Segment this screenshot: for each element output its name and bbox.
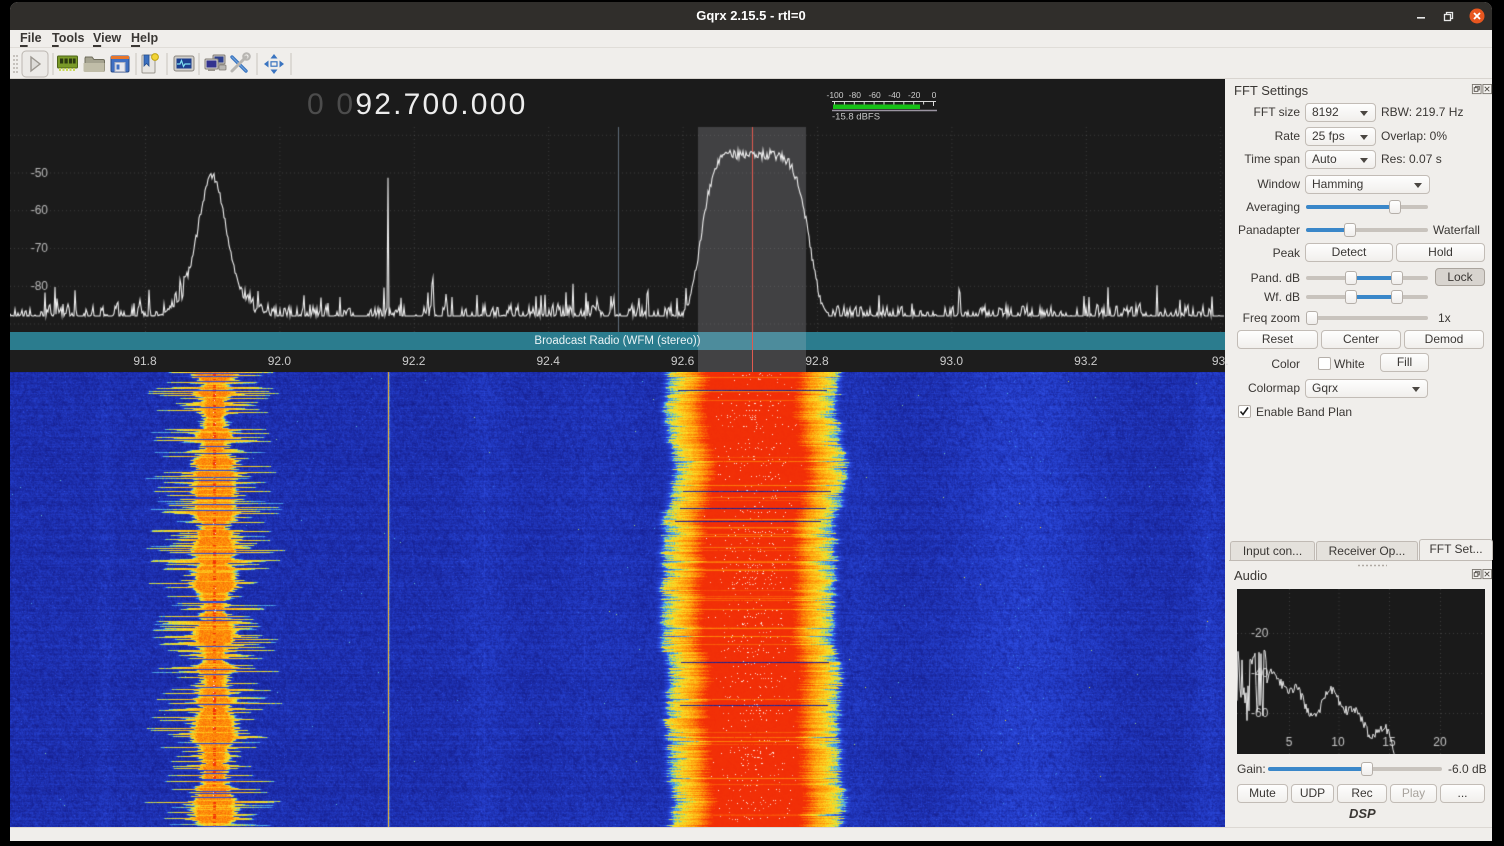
svg-text:0: 0	[932, 90, 937, 100]
svg-text:-80: -80	[849, 90, 862, 100]
svg-text:-60: -60	[868, 90, 881, 100]
svg-text:-20: -20	[908, 90, 921, 100]
svg-text:-15.8 dBFS: -15.8 dBFS	[832, 112, 880, 123]
svg-text:-40: -40	[888, 90, 901, 100]
svg-text:-100: -100	[826, 90, 843, 100]
